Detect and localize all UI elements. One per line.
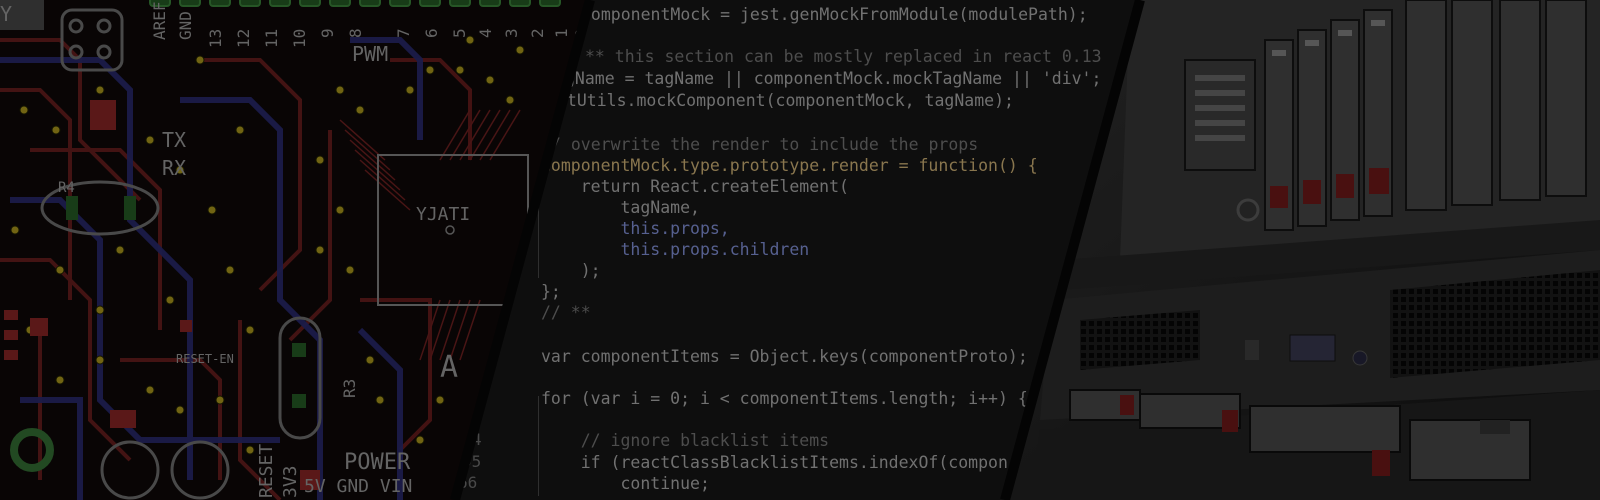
- pcb-pin-4: 4: [476, 28, 495, 38]
- code-line: return React.createElement(: [541, 177, 849, 196]
- code-line: continue;: [541, 474, 710, 493]
- pcb-pin-11: 11: [262, 28, 281, 48]
- code-line: };: [541, 282, 561, 301]
- hero-banner: Y AREF GND 13 12 11 10 9 8 7 6 5 4 3 2 1…: [0, 0, 1600, 500]
- pcb-label-power: POWER: [344, 450, 411, 475]
- pcb-label-reset-en: RESET-EN: [176, 352, 234, 366]
- pcb-pin-9: 9: [318, 28, 337, 38]
- pcb-pin-10: 10: [290, 28, 309, 48]
- pcb-pin-13: 13: [206, 28, 225, 48]
- pcb-label-a: A: [440, 350, 459, 385]
- code-line: // **: [541, 303, 591, 322]
- pcb-label-5v-gnd-vin: 5V GND VIN: [304, 476, 413, 497]
- pcb-pin-3: 3: [502, 28, 521, 38]
- code-line: this.props,: [541, 219, 730, 238]
- code-line: ** this section can be mostly replaced i…: [585, 47, 1102, 66]
- pcb-pin-12: 12: [234, 28, 253, 48]
- pcb-label-y: Y: [0, 2, 13, 26]
- code-line: );: [541, 261, 601, 280]
- pcb-pin-7: 7: [394, 28, 413, 38]
- pcb-pin-6: 6: [422, 28, 441, 38]
- code-line: this.props.children: [541, 240, 810, 259]
- code-listing: componentMock = jest.genMockFromModule(m…: [541, 0, 1105, 500]
- pcb-pin-1: 1: [552, 28, 571, 38]
- code-line: var componentItems = Object.keys(compone…: [541, 347, 1028, 366]
- code-line: / overwrite the render to include the pr…: [551, 135, 979, 154]
- code-line: tagName,: [541, 198, 700, 217]
- code-line: if (reactClassBlacklistItems.indexOf(com…: [541, 453, 1008, 472]
- pcb-label-r4: R4: [58, 180, 75, 196]
- pcb-label-pwm: PWM: [352, 42, 389, 66]
- code-line: for (var i = 0; i < componentItems.lengt…: [541, 389, 1028, 408]
- pcb-label-reset: RESET: [256, 443, 277, 498]
- code-line: componentMock = jest.genMockFromModule(m…: [581, 5, 1088, 24]
- pcb-label-yjati: YJATI: [416, 204, 471, 225]
- pcb-label-3v3: 3V3: [280, 465, 301, 498]
- code-line: componentMock.type.prototype.render = fu…: [541, 156, 1038, 175]
- pcb-label-r3: R3: [340, 378, 359, 398]
- code-line: stUtils.mockComponent(componentMock, tag…: [557, 91, 1014, 110]
- code-line: // ignore blacklist items: [541, 431, 830, 450]
- pcb-label-tx: TX: [162, 128, 187, 152]
- pcb-pin-2: 2: [528, 28, 547, 38]
- pcb-label-rx: RX: [162, 156, 187, 180]
- pcb-pin-5: 5: [450, 28, 469, 38]
- pcb-label-gnd: GND: [176, 11, 195, 40]
- pcb-pin-8: 8: [346, 28, 365, 38]
- line-number: 4: [472, 430, 482, 449]
- code-line: gName = tagName || componentMock.mockTag…: [565, 69, 1102, 88]
- pcb-label-aref: AREF: [150, 1, 169, 40]
